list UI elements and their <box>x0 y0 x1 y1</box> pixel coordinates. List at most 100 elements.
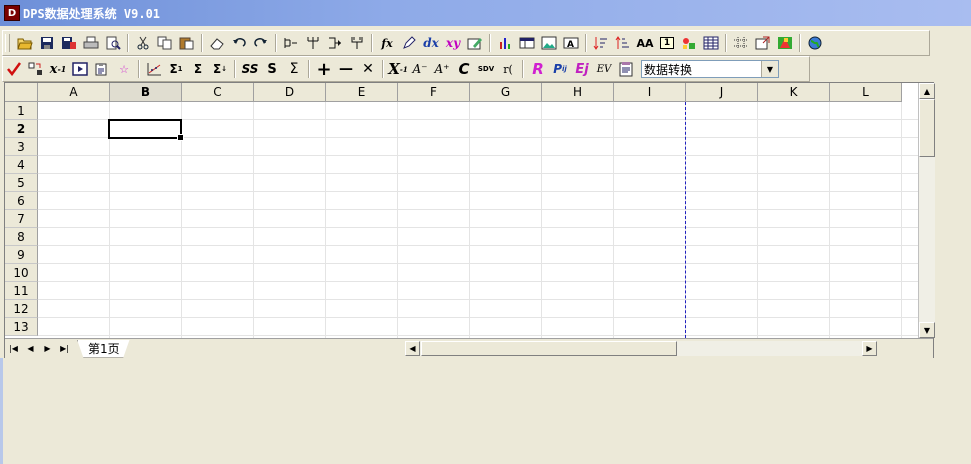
vertical-scrollbar[interactable]: ▲ ▼ <box>918 83 935 338</box>
x-power-icon[interactable]: x -1 <box>47 58 69 80</box>
column-header-j[interactable]: J <box>686 83 758 102</box>
sigma-2-icon[interactable]: Σ <box>187 58 209 80</box>
sigma-3-icon[interactable]: Σ ↓ <box>209 58 231 80</box>
export-icon[interactable] <box>752 32 774 54</box>
regression-icon[interactable] <box>143 58 165 80</box>
function-select[interactable]: 数据转换 ▼ <box>641 60 779 78</box>
scroll-right-icon[interactable]: ▶ <box>862 341 877 356</box>
row-header-5[interactable]: 5 <box>5 174 38 192</box>
row-header-4[interactable]: 4 <box>5 156 38 174</box>
p-icon[interactable]: Pij <box>549 58 571 80</box>
first-sheet-icon[interactable]: |◀ <box>5 341 22 356</box>
sum-icon[interactable]: Σ <box>283 58 305 80</box>
correlation-icon[interactable]: r( <box>497 58 519 80</box>
check-icon[interactable] <box>3 58 25 80</box>
text-box-icon[interactable]: A <box>560 32 582 54</box>
column-header-h[interactable]: H <box>542 83 614 102</box>
r-icon[interactable]: R <box>527 58 549 80</box>
grid-icon[interactable] <box>700 32 722 54</box>
sigma-1-icon[interactable]: Σ1 <box>165 58 187 80</box>
save-as-icon[interactable] <box>58 32 80 54</box>
scroll-down-icon[interactable]: ▼ <box>919 322 935 338</box>
plus-icon[interactable]: + <box>313 58 335 80</box>
edit-icon[interactable] <box>464 32 486 54</box>
column-header-d[interactable]: D <box>254 83 326 102</box>
a-minus-icon[interactable]: A⁻ <box>409 58 431 80</box>
fill-handle[interactable] <box>177 134 184 141</box>
sort-asc-icon[interactable] <box>590 32 612 54</box>
column-header-a[interactable]: A <box>38 83 110 102</box>
x-squared-icon[interactable]: X -1 <box>387 58 409 80</box>
toolbar-grip[interactable] <box>5 34 10 52</box>
eraser-icon[interactable] <box>206 32 228 54</box>
ss-icon[interactable]: SS <box>239 58 261 80</box>
scroll-left-icon[interactable]: ◀ <box>405 341 420 356</box>
dx-icon[interactable]: dx <box>420 32 442 54</box>
number-one-icon[interactable]: 1 <box>656 32 678 54</box>
split-icon[interactable] <box>280 32 302 54</box>
ev-icon[interactable]: EV <box>593 58 615 80</box>
frame-icon[interactable] <box>69 58 91 80</box>
row-header-10[interactable]: 10 <box>5 264 38 282</box>
print-icon[interactable] <box>80 32 102 54</box>
merge-icon[interactable] <box>324 32 346 54</box>
select-all-corner[interactable] <box>5 83 38 102</box>
column-header-b[interactable]: B <box>110 83 182 102</box>
row-header-1[interactable]: 1 <box>5 102 38 120</box>
magic-icon[interactable]: ☆ <box>113 58 135 80</box>
paste-icon[interactable] <box>176 32 198 54</box>
image-icon[interactable] <box>538 32 560 54</box>
cluster-icon[interactable] <box>346 32 368 54</box>
cut-icon[interactable] <box>132 32 154 54</box>
sheet-tab-1[interactable]: 第1页 <box>77 339 130 358</box>
report-icon[interactable] <box>615 58 637 80</box>
copy-icon[interactable] <box>154 32 176 54</box>
clipboard-icon[interactable] <box>91 58 113 80</box>
grid-lines-icon[interactable] <box>730 32 752 54</box>
sort-desc-icon[interactable] <box>612 32 634 54</box>
minus-icon[interactable]: — <box>335 58 357 80</box>
transpose-icon[interactable] <box>25 58 47 80</box>
column-header-g[interactable]: G <box>470 83 542 102</box>
bar-chart-icon[interactable] <box>494 32 516 54</box>
next-sheet-icon[interactable]: ▶ <box>39 341 56 356</box>
horizontal-scrollbar[interactable]: ◀ ▶ <box>405 341 877 356</box>
undo-icon[interactable] <box>228 32 250 54</box>
column-header-f[interactable]: F <box>398 83 470 102</box>
horizontal-scroll-thumb[interactable] <box>421 341 677 356</box>
prev-sheet-icon[interactable]: ◀ <box>22 341 39 356</box>
row-header-13[interactable]: 13 <box>5 318 38 336</box>
chevron-down-icon[interactable]: ▼ <box>761 61 778 77</box>
print-preview-icon[interactable] <box>102 32 124 54</box>
row-header-3[interactable]: 3 <box>5 138 38 156</box>
cell-grid[interactable] <box>38 102 918 338</box>
s-icon[interactable]: S <box>261 58 283 80</box>
table-icon[interactable] <box>516 32 538 54</box>
app-icon[interactable]: D <box>4 5 20 21</box>
open-icon[interactable] <box>14 32 36 54</box>
sdv-icon[interactable]: SDV <box>475 58 497 80</box>
column-header-k[interactable]: K <box>758 83 830 102</box>
a-plus-icon[interactable]: A⁺ <box>431 58 453 80</box>
column-header-c[interactable]: C <box>182 83 254 102</box>
row-header-8[interactable]: 8 <box>5 228 38 246</box>
vertical-scroll-thumb[interactable] <box>919 99 935 157</box>
pen-icon[interactable] <box>398 32 420 54</box>
column-header-e[interactable]: E <box>326 83 398 102</box>
tree-icon[interactable] <box>302 32 324 54</box>
font-size-icon[interactable]: AA <box>634 32 656 54</box>
color-icon[interactable] <box>774 32 796 54</box>
ej-icon[interactable]: Ej <box>571 58 593 80</box>
row-header-6[interactable]: 6 <box>5 192 38 210</box>
selected-cell[interactable] <box>108 119 184 141</box>
multiply-icon[interactable]: ✕ <box>357 58 379 80</box>
xy-icon[interactable]: xy <box>442 32 464 54</box>
row-header-9[interactable]: 9 <box>5 246 38 264</box>
fx-icon[interactable]: fx <box>376 32 398 54</box>
column-header-l[interactable]: L <box>830 83 902 102</box>
row-header-12[interactable]: 12 <box>5 300 38 318</box>
scroll-up-icon[interactable]: ▲ <box>919 83 935 99</box>
row-header-2[interactable]: 2 <box>5 120 38 138</box>
save-icon[interactable] <box>36 32 58 54</box>
last-sheet-icon[interactable]: ▶| <box>56 341 73 356</box>
